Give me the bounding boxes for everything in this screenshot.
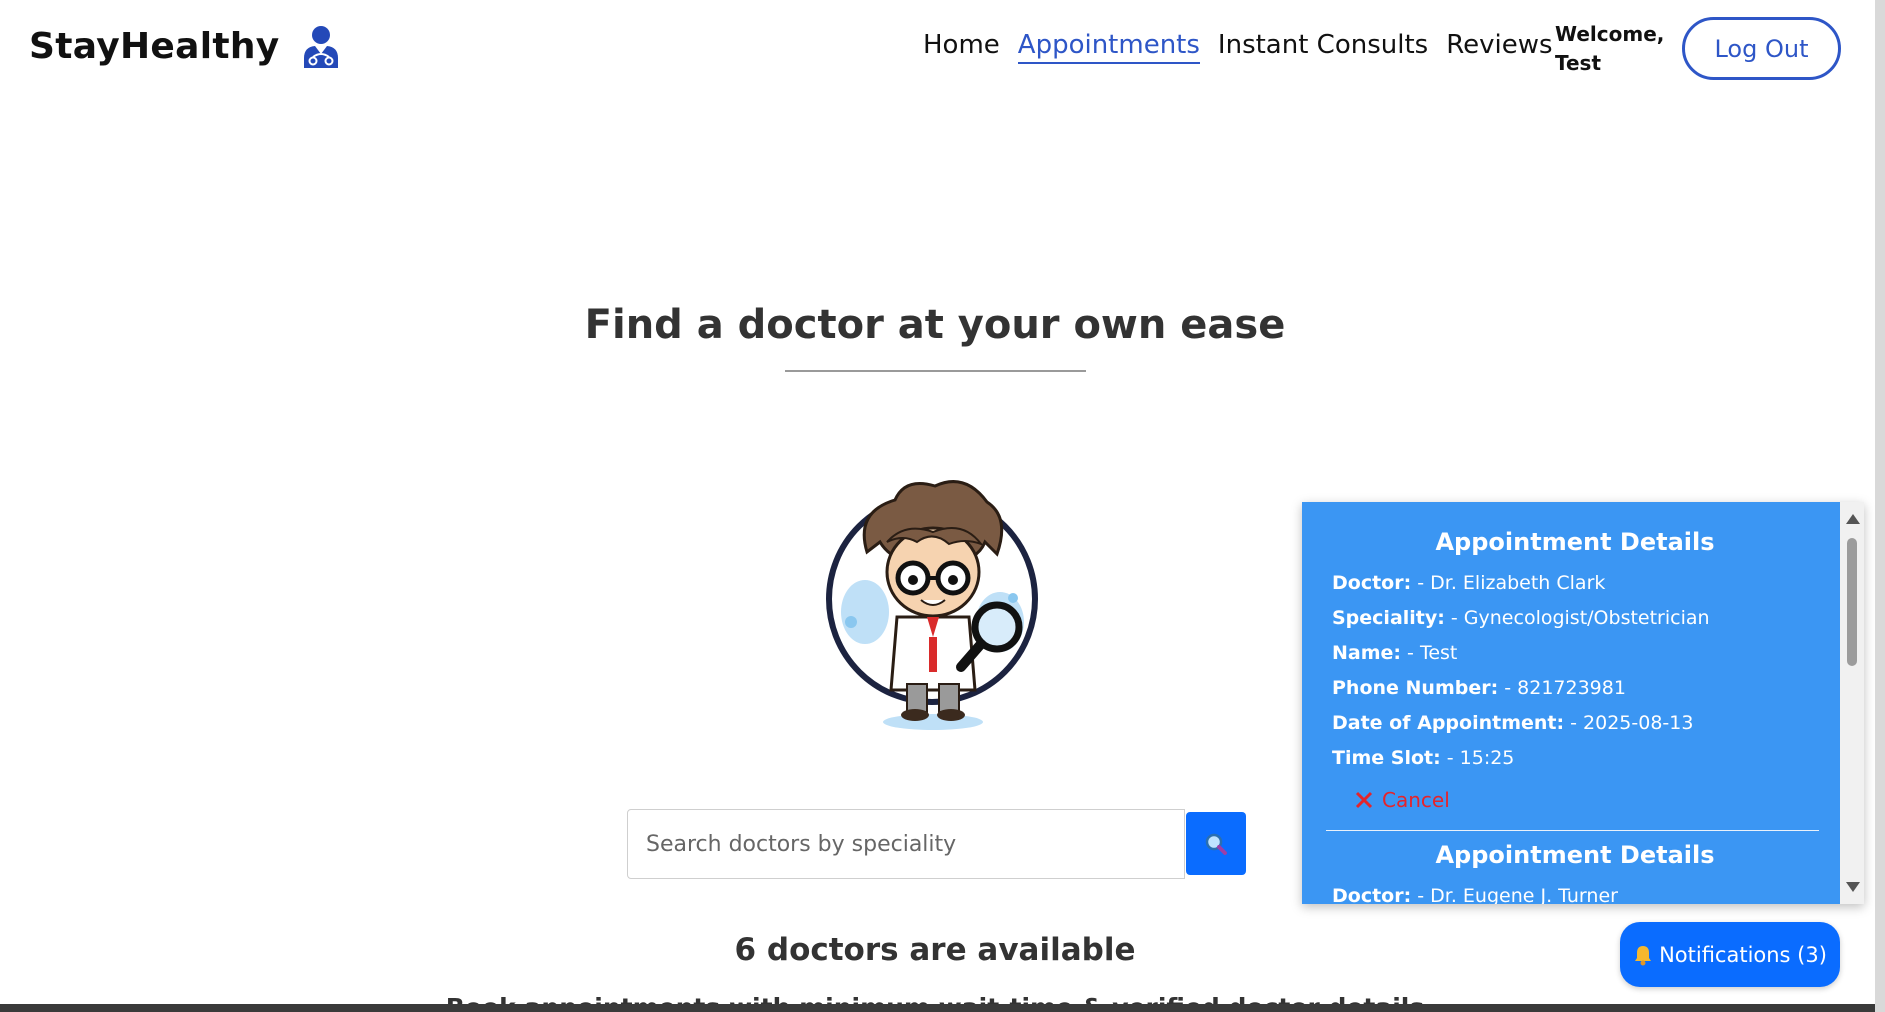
- doctor-label: Doctor:: [1332, 572, 1412, 594]
- cancel-label: Cancel: [1382, 788, 1450, 812]
- appointment-card: Appointment Details Doctor: - Dr. Eugene…: [1302, 831, 1840, 904]
- doctors-available-count: 6 doctors are available: [734, 932, 1136, 968]
- phone-value: - 821723981: [1498, 677, 1626, 699]
- scroll-down-arrow-icon[interactable]: [1846, 882, 1860, 892]
- time-slot-label: Time Slot:: [1332, 747, 1441, 769]
- appointment-card: Appointment Details Doctor: - Dr. Elizab…: [1302, 502, 1840, 831]
- page-title: Find a doctor at your own ease: [584, 302, 1286, 348]
- navbar: StayHealthy Home Appointments Instant Co…: [0, 0, 1875, 100]
- notifications-label: Notifications (3): [1659, 942, 1827, 967]
- search-bar: [627, 809, 1246, 879]
- appointment-details-panel: Appointment Details Doctor: - Dr. Elizab…: [1302, 502, 1864, 904]
- scrollbar-thumb[interactable]: [1847, 538, 1857, 666]
- title-underline: [785, 370, 1086, 372]
- appointment-doctor: Doctor: - Dr. Eugene J. Turner: [1332, 879, 1818, 904]
- window-scrollbar-track: [1875, 0, 1885, 1012]
- welcome-username: Test: [1555, 51, 1602, 75]
- logout-button[interactable]: Log Out: [1682, 17, 1841, 80]
- appointment-phone: Phone Number: - 821723981: [1332, 671, 1818, 706]
- welcome-text: Welcome, Test: [1555, 20, 1664, 78]
- brand[interactable]: StayHealthy: [29, 24, 342, 68]
- cancel-appointment-button[interactable]: Cancel: [1354, 788, 1450, 812]
- brand-name: StayHealthy: [29, 25, 280, 67]
- scrollbar[interactable]: [1840, 502, 1864, 904]
- nav-link-appointments[interactable]: Appointments: [1017, 30, 1200, 64]
- search-input[interactable]: [627, 809, 1185, 879]
- doctor-icon: [303, 26, 338, 68]
- close-icon: [1355, 791, 1373, 809]
- appointment-date: Date of Appointment: - 2025-08-13: [1332, 706, 1818, 741]
- doctor-value: - Dr. Eugene J. Turner: [1411, 885, 1618, 904]
- appointment-name: Name: - Test: [1332, 636, 1818, 671]
- nav-link-instant-consults[interactable]: Instant Consults: [1218, 30, 1428, 64]
- date-value: - 2025-08-13: [1564, 712, 1694, 734]
- speciality-value: - Gynecologist/Obstetrician: [1444, 607, 1710, 629]
- nav-link-reviews[interactable]: Reviews: [1446, 30, 1552, 64]
- speciality-label: Speciality:: [1332, 607, 1445, 629]
- window-bottom-edge: [0, 1004, 1875, 1012]
- doctor-illustration: [826, 480, 1038, 730]
- bell-icon: [1635, 945, 1652, 965]
- doctor-value: - Dr. Elizabeth Clark: [1411, 572, 1606, 594]
- appointment-title: Appointment Details: [1435, 528, 1715, 556]
- appointment-doctor: Doctor: - Dr. Elizabeth Clark: [1332, 566, 1818, 601]
- nav-links: Home Appointments Instant Consults Revie…: [923, 30, 1553, 64]
- search-icon: [1205, 833, 1227, 855]
- doctor-label: Doctor:: [1332, 885, 1412, 904]
- appointment-title: Appointment Details: [1435, 841, 1715, 869]
- appointment-time-slot: Time Slot: - 15:25: [1332, 741, 1818, 776]
- time-slot-value: - 15:25: [1440, 747, 1515, 769]
- date-label: Date of Appointment:: [1332, 712, 1565, 734]
- phone-label: Phone Number:: [1332, 677, 1499, 699]
- name-label: Name:: [1332, 642, 1402, 664]
- appointment-list[interactable]: Appointment Details Doctor: - Dr. Elizab…: [1302, 502, 1840, 904]
- scroll-up-arrow-icon[interactable]: [1846, 514, 1860, 524]
- name-value: - Test: [1401, 642, 1458, 664]
- welcome-greeting: Welcome,: [1555, 22, 1665, 46]
- notifications-button[interactable]: Notifications (3): [1620, 922, 1840, 987]
- nav-link-home[interactable]: Home: [923, 30, 1000, 64]
- appointment-speciality: Speciality: - Gynecologist/Obstetrician: [1332, 601, 1818, 636]
- search-button[interactable]: [1186, 812, 1246, 875]
